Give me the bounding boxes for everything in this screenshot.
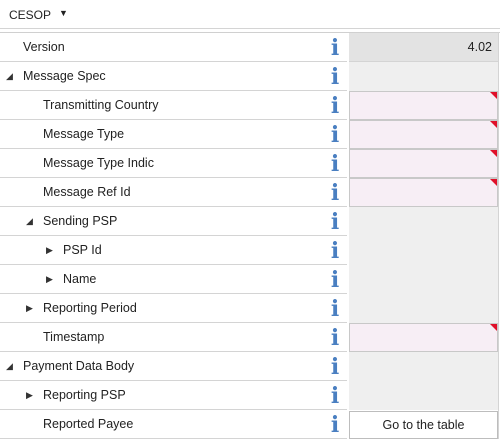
empty-value-cell: [349, 265, 498, 294]
info-icon[interactable]: i: [329, 355, 341, 377]
info-icon[interactable]: i: [329, 326, 341, 348]
info-icon[interactable]: i: [329, 36, 341, 58]
expand-icon[interactable]: ▶: [46, 274, 53, 284]
grid-row-psp-id: ▶ PSP Id i: [0, 236, 500, 265]
grid-row-payment-data-body: ◢ Payment Data Body i: [0, 352, 500, 381]
svg-text:i: i: [331, 36, 339, 58]
toolbar: CESOP ▼: [0, 0, 500, 29]
row-label: Timestamp: [43, 330, 105, 344]
timestamp-field[interactable]: [349, 323, 498, 352]
property-grid: Version i 4.02 ◢ Message Spec i Transmit…: [0, 32, 500, 439]
message-type-field[interactable]: [349, 120, 498, 149]
svg-text:i: i: [331, 123, 339, 145]
expand-icon[interactable]: ▶: [26, 303, 33, 313]
info-icon[interactable]: i: [329, 268, 341, 290]
info-icon[interactable]: i: [329, 297, 341, 319]
empty-value-cell: [349, 207, 498, 236]
info-icon[interactable]: i: [329, 94, 341, 116]
version-value-cell[interactable]: 4.02: [349, 33, 498, 62]
info-icon[interactable]: i: [329, 239, 341, 261]
svg-text:i: i: [331, 326, 339, 348]
info-icon[interactable]: i: [329, 152, 341, 174]
info-icon[interactable]: i: [329, 65, 341, 87]
version-value: 4.02: [467, 40, 492, 54]
grid-row-version: Version i 4.02: [0, 33, 500, 62]
collapse-icon[interactable]: ◢: [6, 71, 13, 81]
empty-value-cell: [349, 62, 498, 91]
grid-row-name: ▶ Name i: [0, 265, 500, 294]
empty-value-cell: [349, 294, 498, 323]
row-label: Reporting PSP: [43, 388, 126, 402]
collapse-icon[interactable]: ◢: [26, 216, 33, 226]
message-ref-id-field[interactable]: [349, 178, 498, 207]
grid-right-border: [498, 32, 499, 439]
info-icon[interactable]: i: [329, 413, 341, 435]
svg-text:i: i: [331, 210, 339, 232]
info-icon[interactable]: i: [329, 181, 341, 203]
svg-text:i: i: [331, 355, 339, 377]
grid-row-reporting-period: ▶ Reporting Period i: [0, 294, 500, 323]
row-label: PSP Id: [63, 243, 102, 257]
collapse-icon[interactable]: ◢: [6, 361, 13, 371]
transmitting-country-field[interactable]: [349, 91, 498, 120]
svg-text:i: i: [331, 268, 339, 290]
svg-text:i: i: [331, 239, 339, 261]
svg-text:i: i: [331, 181, 339, 203]
row-label: Message Type: [43, 127, 125, 141]
expand-icon[interactable]: ▶: [26, 390, 33, 400]
empty-value-cell: [349, 236, 498, 265]
row-label: Message Ref Id: [43, 185, 131, 199]
svg-text:i: i: [331, 384, 339, 406]
svg-text:i: i: [331, 297, 339, 319]
grid-row-sending-psp: ◢ Sending PSP i: [0, 207, 500, 236]
row-label: Sending PSP: [43, 214, 118, 228]
empty-value-cell: [349, 381, 498, 410]
svg-text:i: i: [331, 94, 339, 116]
row-label: Name: [63, 272, 97, 286]
row-label: Version: [23, 40, 65, 54]
caret-down-icon[interactable]: ▼: [59, 8, 68, 18]
go-to-table-label: Go to the table: [382, 418, 465, 432]
svg-text:i: i: [331, 152, 339, 174]
grid-row-message-type: Message Type i: [0, 120, 500, 149]
svg-text:i: i: [331, 65, 339, 87]
grid-row-reported-payee: Reported Payee i Go to the table: [0, 410, 500, 439]
grid-row-message-ref-id: Message Ref Id i: [0, 178, 500, 207]
message-type-indic-field[interactable]: [349, 149, 498, 178]
row-label: Payment Data Body: [23, 359, 135, 373]
grid-row-transmitting-country: Transmitting Country i: [0, 91, 500, 120]
row-label: Reporting Period: [43, 301, 137, 315]
grid-row-message-type-indic: Message Type Indic i: [0, 149, 500, 178]
svg-text:i: i: [331, 413, 339, 435]
info-icon[interactable]: i: [329, 210, 341, 232]
info-icon[interactable]: i: [329, 384, 341, 406]
row-label: Transmitting Country: [43, 98, 159, 112]
expand-icon[interactable]: ▶: [46, 245, 53, 255]
schema-title[interactable]: CESOP: [9, 8, 51, 22]
row-label: Message Spec: [23, 69, 106, 83]
info-icon[interactable]: i: [329, 123, 341, 145]
grid-row-message-spec: ◢ Message Spec i: [0, 62, 500, 91]
grid-row-reporting-psp: ▶ Reporting PSP i: [0, 381, 500, 410]
grid-row-timestamp: Timestamp i: [0, 323, 500, 352]
row-label: Message Type Indic: [43, 156, 154, 170]
row-label: Reported Payee: [43, 417, 134, 431]
go-to-table-button[interactable]: Go to the table: [349, 411, 498, 439]
empty-value-cell: [349, 352, 498, 381]
